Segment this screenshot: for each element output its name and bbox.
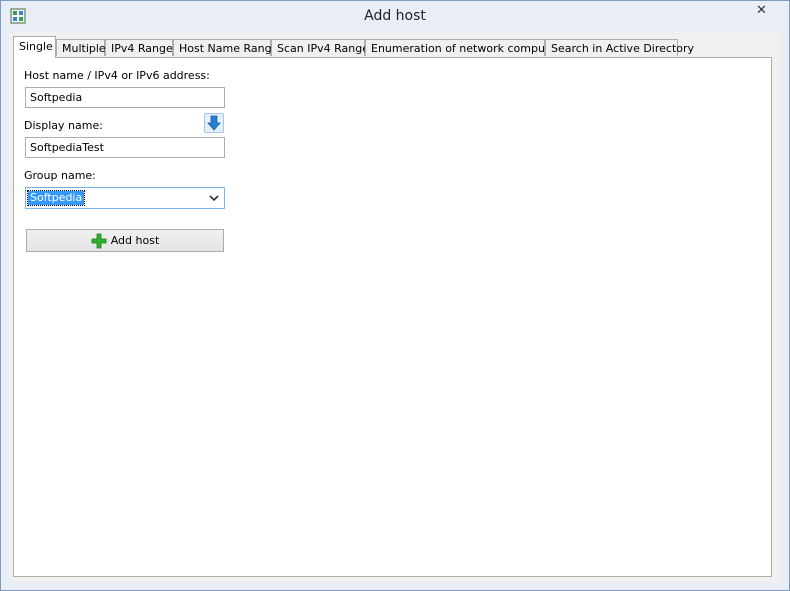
window-frame-bottom [1,582,789,590]
host-name-label: Host name / IPv4 or IPv6 address: [24,69,210,82]
host-name-input[interactable]: Softpedia [25,87,225,108]
add-host-button[interactable]: Add host [26,229,224,252]
tab-scan-ipv4-range[interactable]: Scan IPv4 Range [271,39,369,56]
green-plus-icon [91,233,107,248]
tab-ipv4-range[interactable]: IPv4 Range [105,39,173,56]
tab-panel-single: Host name / IPv4 or IPv6 address: Softpe… [13,57,772,577]
add-host-window: Add host ✕ Single Multiple IPv4 Range Ho… [0,0,790,591]
tab-multiple[interactable]: Multiple [56,39,106,56]
group-name-label: Group name: [24,169,96,182]
chevron-down-icon [208,191,220,205]
close-button[interactable]: ✕ [739,1,784,21]
tab-enumeration[interactable]: Enumeration of network computers [365,39,566,56]
add-host-button-label: Add host [110,234,160,247]
group-name-value: Softpedia [26,190,86,206]
title-bar[interactable]: Add host ✕ [1,1,789,31]
copy-to-display-name-button[interactable] [204,113,224,133]
window-frame-left [1,31,9,583]
arrow-down-icon [207,115,221,131]
tab-host-name-range[interactable]: Host Name Range [173,39,278,56]
close-icon: ✕ [756,3,767,18]
window-title: Add host [364,8,426,24]
display-name-label: Display name: [24,119,103,132]
tab-single[interactable]: Single [13,36,56,58]
display-name-input[interactable]: SoftpediaTest [25,137,225,158]
window-frame-right [781,31,789,583]
tab-active-directory[interactable]: Search in Active Directory [545,39,694,56]
group-name-select[interactable]: Softpedia [25,187,225,209]
